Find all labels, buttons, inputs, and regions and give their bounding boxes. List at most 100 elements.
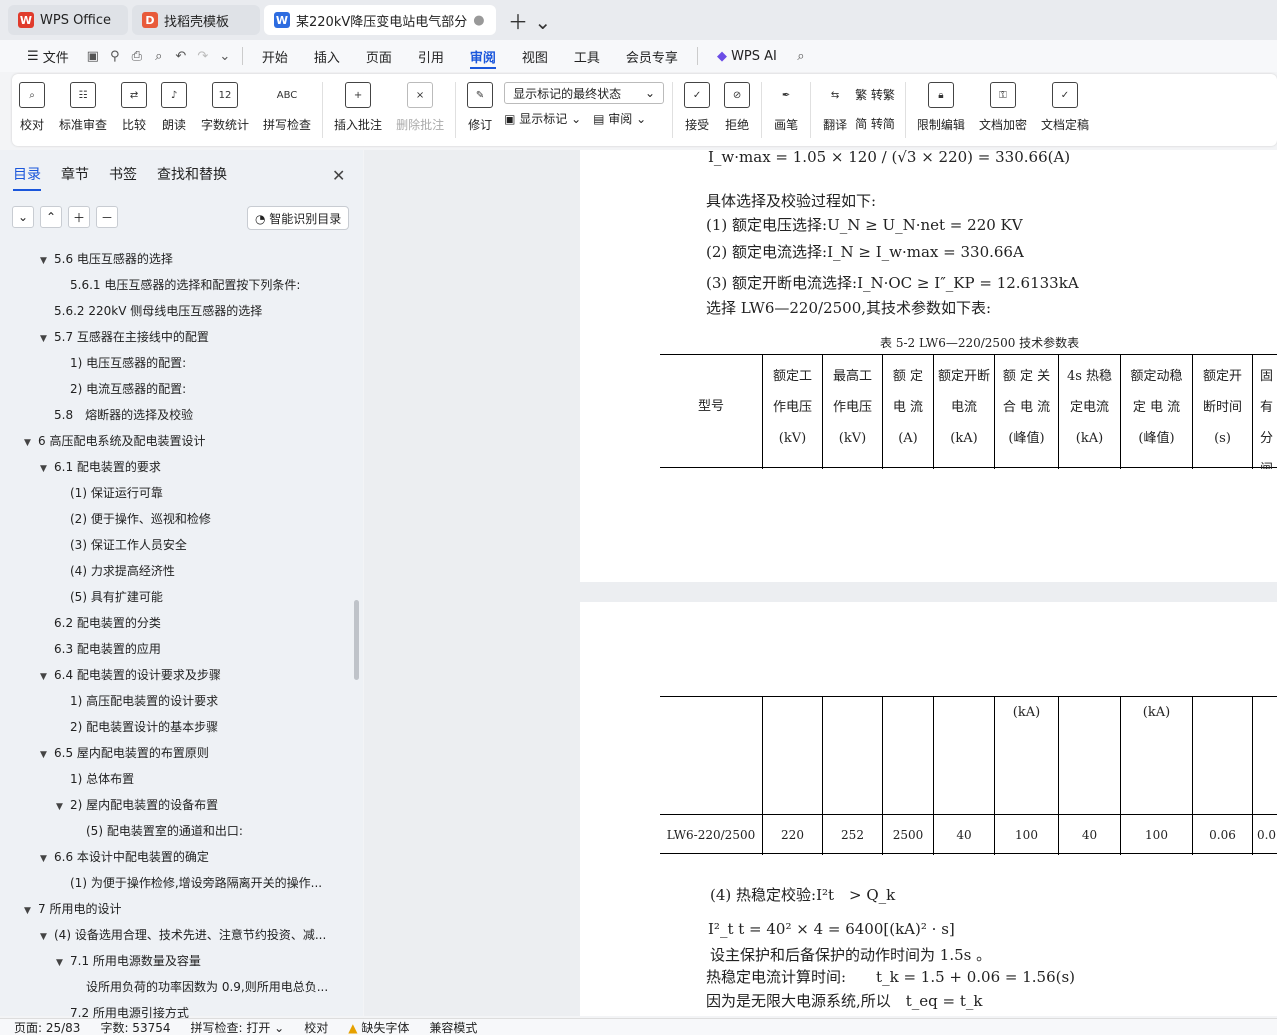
tab-close-dot-icon[interactable]: ● <box>473 13 484 28</box>
standard-review-button[interactable]: ☷ 标准审查 <box>52 82 114 133</box>
menu-tools[interactable]: 工具 <box>561 40 613 72</box>
toc-item[interactable]: 5.6.1 电压互感器的选择和配置按下列条件: <box>56 272 340 298</box>
tab-toc[interactable]: 目录 <box>13 164 41 191</box>
redo-icon[interactable]: ↷ <box>192 49 214 64</box>
toc-item[interactable]: (1) 为便于操作检修,增设旁路隔离开关的操作... <box>56 870 340 896</box>
pen-button[interactable]: ✒ 画笔 <box>766 82 806 133</box>
expand-arrow-icon[interactable]: ▼ <box>40 924 54 948</box>
tab-bookmarks[interactable]: 书签 <box>109 164 137 191</box>
tab-document[interactable]: W 某220kV降压变电站电气部分 ● <box>264 5 496 35</box>
proofread-button[interactable]: ⌕ 校对 <box>12 82 52 133</box>
page-indicator[interactable]: 页面: 25/83 <box>14 1019 80 1035</box>
print-icon[interactable]: ⎙ <box>126 49 148 64</box>
toc-item[interactable]: ▼ 5.6 电压互感器的选择 <box>40 246 340 272</box>
expand-arrow-icon[interactable]: ▼ <box>24 898 38 922</box>
more-chevron-icon[interactable]: ⌄ <box>214 49 236 64</box>
compare-button[interactable]: ⇄ 比较 <box>114 82 154 133</box>
expand-arrow-icon[interactable]: ▼ <box>40 248 54 272</box>
expand-arrow-icon[interactable]: ▼ <box>40 742 54 766</box>
new-tab-plus-icon[interactable]: ＋ ⌄ <box>508 6 551 35</box>
toc-item[interactable]: 2) 配电装置设计的基本步骤 <box>56 714 340 740</box>
tab-chapters[interactable]: 章节 <box>61 164 89 191</box>
proofread-status[interactable]: 校对 <box>304 1019 328 1035</box>
menu-member[interactable]: 会员专享 <box>613 40 691 72</box>
expand-arrow-icon[interactable]: ▼ <box>40 664 54 688</box>
toc-item[interactable]: ▼ 6.4 配电装置的设计要求及步骤 <box>40 662 340 688</box>
expand-arrow-icon[interactable]: ▼ <box>40 326 54 350</box>
toc-item[interactable]: (3) 保证工作人员安全 <box>56 532 340 558</box>
collapse-icon[interactable]: ⌄ <box>12 206 34 228</box>
missing-font-status[interactable]: ▲ 缺失字体 <box>348 1019 409 1035</box>
tab-find-replace[interactable]: 查找和替换 <box>157 164 227 191</box>
toc-item[interactable]: (5) 配电装置室的通道和出口: <box>72 818 340 844</box>
track-changes-button[interactable]: ✎ 修订 <box>460 82 500 133</box>
toc-item[interactable]: ▼ 5.7 互感器在主接线中的配置 <box>40 324 340 350</box>
toc-item[interactable]: 2) 电流互感器的配置: <box>56 376 340 402</box>
translate-button[interactable]: ⇆ 翻译 <box>815 82 855 133</box>
accept-button[interactable]: ✓ 接受 <box>677 82 717 133</box>
expand-arrow-icon[interactable]: ▼ <box>40 456 54 480</box>
undo-icon[interactable]: ↶ <box>170 49 192 64</box>
toc-item[interactable]: ▼ 6.5 屋内配电装置的布置原则 <box>40 740 340 766</box>
expand-arrow-icon[interactable]: ▼ <box>40 846 54 870</box>
toc-item[interactable]: (5) 具有扩建可能 <box>56 584 340 610</box>
toc-item[interactable]: 设所用负荷的功率因数为 0.9,则所用电总负... <box>72 974 340 1000</box>
restrict-edit-button[interactable]: 🔒︎ 限制编辑 <box>910 82 972 133</box>
toc-item[interactable]: ▼ 6.6 本设计中配电装置的确定 <box>40 844 340 870</box>
toc-item[interactable]: ▼ 7.1 所用电源数量及容量 <box>56 948 340 974</box>
menu-file[interactable]: ☰ 文件 <box>14 40 82 72</box>
word-count[interactable]: 字数: 53754 <box>100 1019 170 1035</box>
smart-toc-button[interactable]: ◔ 智能识别目录 <box>247 206 350 230</box>
close-icon[interactable]: ✕ <box>332 166 345 185</box>
tab-wps-office[interactable]: W WPS Office <box>8 5 128 35</box>
menu-review[interactable]: 审阅 <box>457 40 509 72</box>
show-markup-button[interactable]: ▣ 显示标记 ⌄ <box>504 110 581 127</box>
toc-item[interactable]: 1) 总体布置 <box>56 766 340 792</box>
encrypt-button[interactable]: ⚿ 文档加密 <box>972 82 1034 133</box>
spell-check-button[interactable]: ABC 拼写检查 <box>256 82 318 133</box>
toc-item[interactable]: 1) 高压配电装置的设计要求 <box>56 688 340 714</box>
menu-home[interactable]: 开始 <box>249 40 301 72</box>
toc-item[interactable]: (2) 便于操作、巡视和检修 <box>56 506 340 532</box>
to-simplified-button[interactable]: 简 转简 <box>855 115 895 132</box>
toc-item[interactable]: ▼ 7 所用电的设计 <box>24 896 340 922</box>
toc-item[interactable]: 5.8 熔断器的选择及校验 <box>40 402 340 428</box>
to-traditional-button[interactable]: 繁 转繁 <box>855 86 895 103</box>
toc-item[interactable]: 6.2 配电装置的分类 <box>40 610 340 636</box>
insert-comment-button[interactable]: + 插入批注 <box>327 82 389 133</box>
expand-arrow-icon[interactable]: ▼ <box>56 794 70 818</box>
delete-comment-button[interactable]: × 删除批注 <box>389 82 451 133</box>
menu-insert[interactable]: 插入 <box>301 40 353 72</box>
remove-heading-icon[interactable]: － <box>96 206 118 228</box>
toc-item[interactable]: 5.6.2 220kV 侧母线电压互感器的选择 <box>40 298 340 324</box>
toc-scrollbar[interactable] <box>354 600 359 680</box>
save-icon[interactable]: ▣ <box>82 49 104 64</box>
menu-view[interactable]: 视图 <box>509 40 561 72</box>
toc-item[interactable]: ▼ 6 高压配电系统及配电装置设计 <box>24 428 340 454</box>
review-pane-button[interactable]: ▤ 审阅 ⌄ <box>593 110 646 127</box>
menu-page[interactable]: 页面 <box>353 40 405 72</box>
toc-item[interactable]: ▼ 2) 屋内配电装置的设备布置 <box>56 792 340 818</box>
reject-button[interactable]: ⊘ 拒绝 <box>717 82 757 133</box>
toc-item[interactable]: ▼ (4) 设备选用合理、技术先进、注意节约投资、减... <box>40 922 340 948</box>
markup-display-select[interactable]: 显示标记的最终状态 ⌄ <box>504 82 665 104</box>
toc-item[interactable]: 1) 电压互感器的配置: <box>56 350 340 376</box>
read-aloud-button[interactable]: ♪ 朗读 <box>154 82 194 133</box>
print-preview-icon[interactable]: ⌕ <box>148 49 170 64</box>
search-icon[interactable]: ⌕ <box>790 49 812 64</box>
word-count-button[interactable]: 12 字数统计 <box>194 82 256 133</box>
tab-docer-template[interactable]: D 找稻壳模板 <box>132 5 260 35</box>
expand-icon[interactable]: ⌃ <box>40 206 62 228</box>
toc-item[interactable]: (1) 保证运行可靠 <box>56 480 340 506</box>
spell-check-status[interactable]: 拼写检查: 打开 ⌄ <box>191 1019 285 1035</box>
add-heading-icon[interactable]: ＋ <box>68 206 90 228</box>
toc-item[interactable]: 6.3 配电装置的应用 <box>40 636 340 662</box>
wps-ai-button[interactable]: ◆ WPS AI <box>704 40 790 72</box>
finalize-button[interactable]: ✓ 文档定稿 <box>1034 82 1096 133</box>
toc-item[interactable]: ▼ 6.1 配电装置的要求 <box>40 454 340 480</box>
menu-reference[interactable]: 引用 <box>405 40 457 72</box>
share-icon[interactable]: ⚲ <box>104 49 126 64</box>
expand-arrow-icon[interactable]: ▼ <box>56 950 70 974</box>
toc-item[interactable]: (4) 力求提高经济性 <box>56 558 340 584</box>
expand-arrow-icon[interactable]: ▼ <box>24 430 38 454</box>
